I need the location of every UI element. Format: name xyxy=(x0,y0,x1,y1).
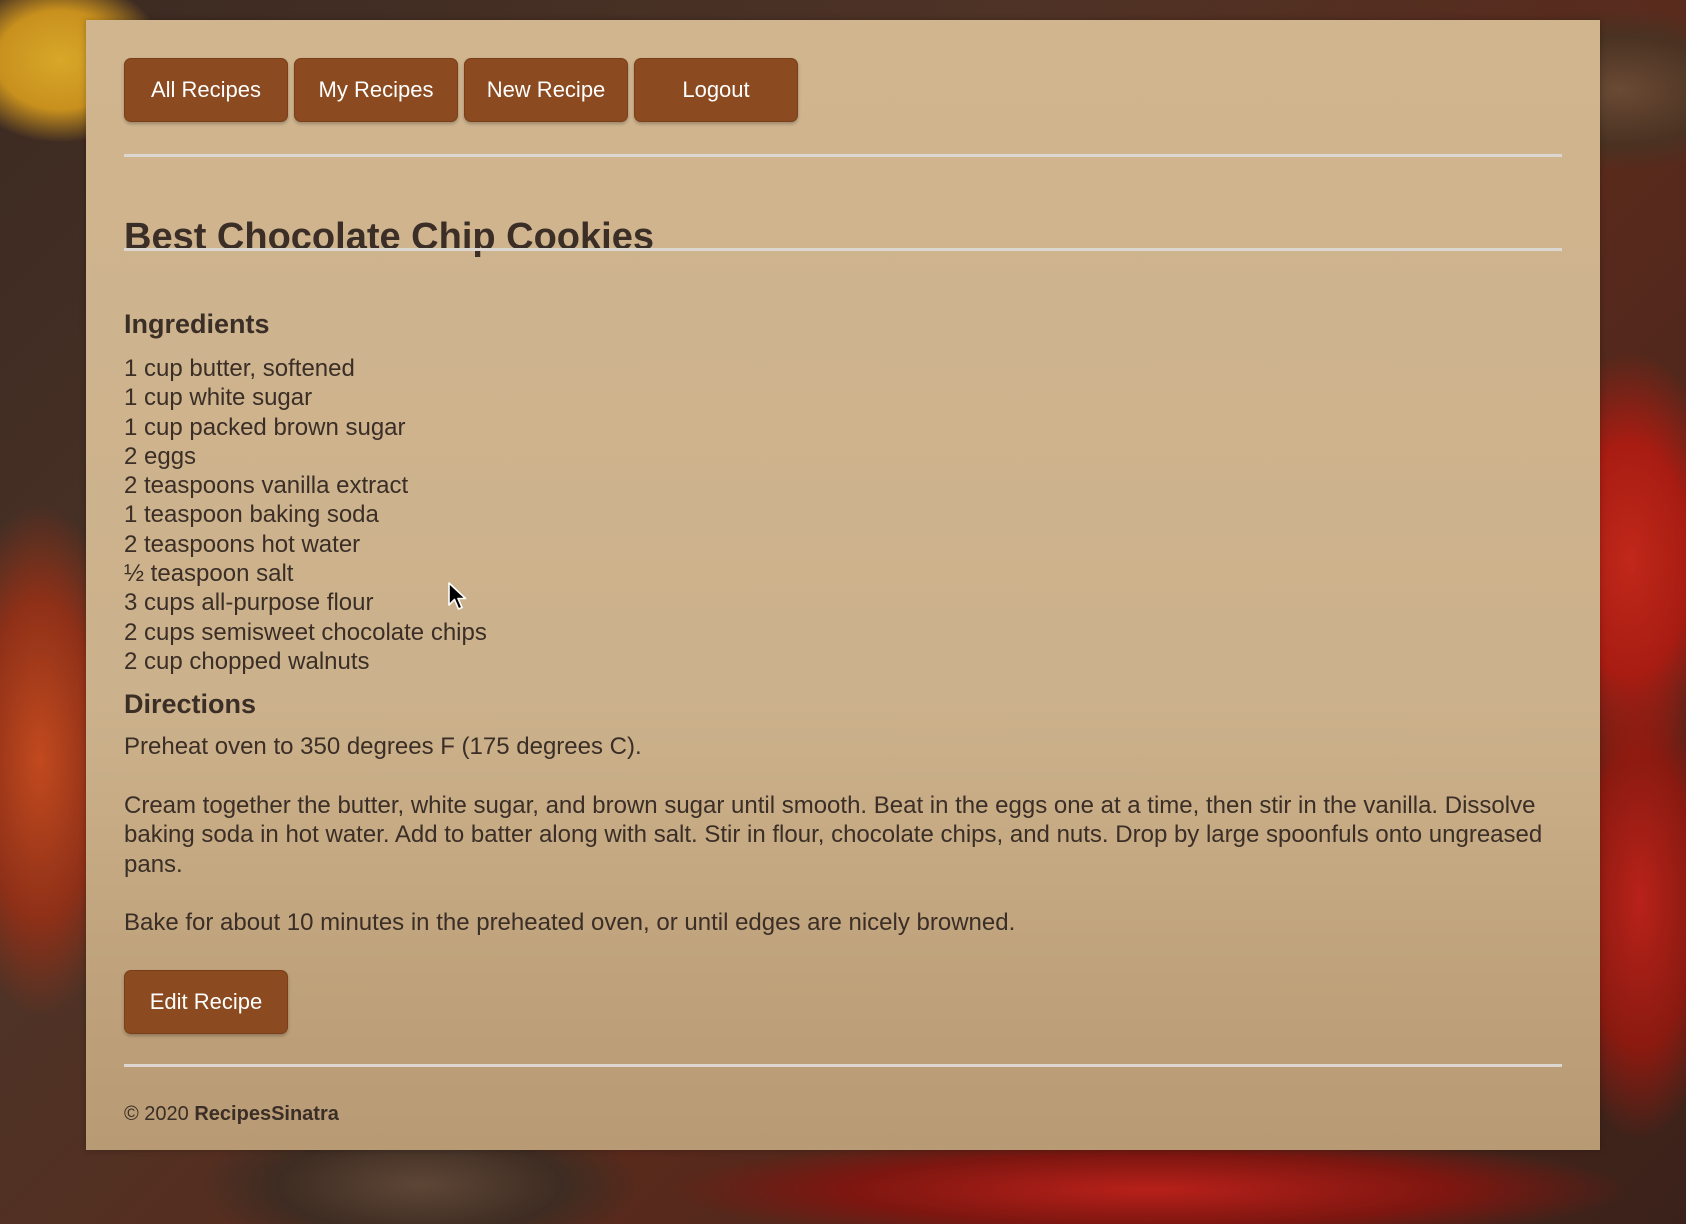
title-divider xyxy=(124,248,1562,251)
edit-recipe-button[interactable]: Edit Recipe xyxy=(124,970,288,1034)
ingredients-list: 1 cup butter, softened 1 cup white sugar… xyxy=(124,354,487,676)
new-recipe-button[interactable]: New Recipe xyxy=(464,58,628,122)
content-panel: All Recipes My Recipes New Recipe Logout… xyxy=(86,20,1600,1150)
ingredient-item: 2 teaspoons vanilla extract xyxy=(124,472,409,500)
all-recipes-button[interactable]: All Recipes xyxy=(124,58,288,122)
footer-copyright: © 2020 xyxy=(124,1103,189,1125)
direction-paragraph: Bake for about 10 minutes in the preheat… xyxy=(124,909,1016,936)
ingredient-item: 2 cup chopped walnuts xyxy=(124,647,370,675)
direction-paragraph: Preheat oven to 350 degrees F (175 degre… xyxy=(124,733,642,760)
ingredient-item: 1 cup butter, softened xyxy=(124,355,355,382)
footer: © 2020 RecipesSinatra xyxy=(124,1103,339,1126)
directions-heading: Directions xyxy=(124,689,257,719)
mouse-pointer-icon xyxy=(448,582,467,610)
ingredient-item: 1 cup packed brown sugar xyxy=(124,413,406,441)
ingredient-item: ½ teaspoon salt xyxy=(124,560,294,588)
footer-divider xyxy=(124,1064,1562,1067)
ingredient-item: 3 cups all-purpose flour xyxy=(124,589,374,617)
footer-brand[interactable]: RecipesSinatra xyxy=(194,1103,339,1125)
logout-button[interactable]: Logout xyxy=(634,58,798,122)
directions-body: Preheat oven to 350 degrees F (175 degre… xyxy=(124,732,1569,967)
ingredients-heading: Ingredients xyxy=(124,309,270,339)
my-recipes-button[interactable]: My Recipes xyxy=(294,58,458,122)
ingredient-item: 2 teaspoons hot water xyxy=(124,530,361,558)
ingredient-item: 2 eggs xyxy=(124,442,197,470)
ingredient-item: 2 cups semisweet chocolate chips xyxy=(124,618,487,646)
nav-divider xyxy=(124,154,1562,157)
recipe-title: Best Chocolate Chip Cookies xyxy=(124,216,654,258)
ingredient-item: 1 cup white sugar xyxy=(124,384,313,412)
direction-paragraph: Cream together the butter, white sugar, … xyxy=(124,791,1543,878)
ingredient-item: 1 teaspoon baking soda xyxy=(124,501,379,529)
